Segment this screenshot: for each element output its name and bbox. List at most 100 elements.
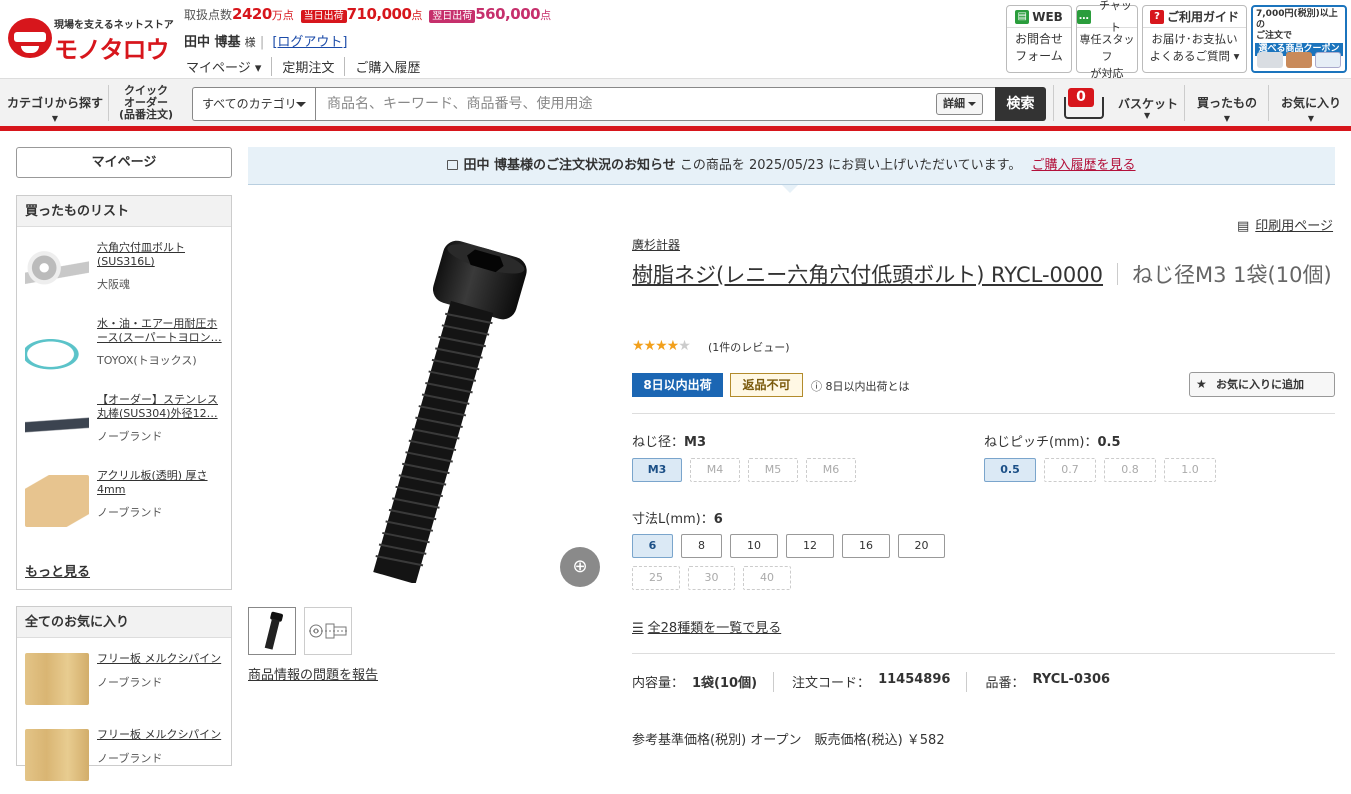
shipping-badge: 8日以内出荷 bbox=[632, 373, 723, 397]
bought-label: 買ったもの bbox=[1196, 96, 1257, 110]
option-diameter-m6[interactable]: M6 bbox=[806, 458, 856, 482]
thumbnail-photo[interactable] bbox=[248, 607, 296, 655]
item-thumbnail bbox=[25, 323, 89, 375]
favorite-item[interactable]: フリー板 メルクシパイン ノーブランド bbox=[25, 652, 225, 718]
points-total: 2420 bbox=[232, 5, 272, 23]
item-name[interactable]: 六角穴付皿ボルト (SUS316L) bbox=[97, 241, 225, 269]
bought-list-panel: 買ったものリスト 六角穴付皿ボルト (SUS316L) 大阪魂 水・油・エアー用… bbox=[16, 195, 232, 590]
category-browse-button[interactable]: カテゴリから探す ▼ bbox=[4, 79, 106, 126]
basket-button[interactable]: 0 バスケット ▼ bbox=[1058, 79, 1184, 126]
coupon-banner[interactable]: 7,000円(税別)以上の ご注文で 選べる商品クーポン bbox=[1251, 5, 1347, 73]
favorites-label: お気に入り bbox=[1280, 96, 1341, 110]
zoom-icon[interactable]: ⊕ bbox=[560, 547, 600, 587]
chat-bubble-icon: … bbox=[1077, 9, 1091, 24]
option-pitch-10[interactable]: 1.0 bbox=[1164, 458, 1216, 482]
detail-search-button[interactable]: 詳細 bbox=[936, 93, 983, 115]
item-name[interactable]: アクリル板(透明) 厚さ4mm bbox=[97, 469, 225, 497]
same-day-badge: 当日出荷 bbox=[300, 10, 347, 23]
printer-icon: ▤ bbox=[1237, 219, 1250, 234]
option-length-6[interactable]: 6 bbox=[632, 534, 673, 558]
chevron-down-icon: ▼ bbox=[51, 114, 59, 123]
search-button[interactable]: 検索 bbox=[995, 87, 1046, 121]
coupon-line1: 7,000円(税別)以上の bbox=[1256, 9, 1338, 30]
option-length-16[interactable]: 16 bbox=[842, 534, 890, 558]
bought-item[interactable]: 六角穴付皿ボルト (SUS316L) 大阪魂 bbox=[25, 241, 225, 307]
monotaro-logo[interactable]: 現場を支えるネットストア モノタロウ bbox=[8, 14, 174, 64]
bought-item[interactable]: 【オーダー】ステンレス丸棒(SUS304)外径12… ノーブランド bbox=[25, 393, 225, 459]
item-name[interactable]: 水・油・エアー用耐圧ホース(スーパートヨロン… bbox=[97, 317, 225, 345]
option-length-10[interactable]: 10 bbox=[730, 534, 778, 558]
favorite-item[interactable]: フリー板 メルクシパイン ノーブランド bbox=[25, 728, 225, 794]
report-issue-link[interactable]: 商品情報の問題を報告 bbox=[248, 664, 378, 683]
option-length-8[interactable]: 8 bbox=[681, 534, 722, 558]
logo-mascot-icon bbox=[8, 18, 52, 58]
product-image[interactable] bbox=[330, 238, 530, 583]
search-input[interactable] bbox=[315, 87, 996, 121]
option-diameter-m5[interactable]: M5 bbox=[748, 458, 798, 482]
item-name[interactable]: 【オーダー】ステンレス丸棒(SUS304)外径12… bbox=[97, 393, 225, 421]
thumbnail-drawing[interactable] bbox=[304, 607, 352, 655]
option-length-25[interactable]: 25 bbox=[632, 566, 680, 590]
item-name[interactable]: フリー板 メルクシパイン bbox=[97, 652, 225, 666]
item-brand: TOYOX(トヨックス) bbox=[97, 354, 197, 367]
add-favorite-button[interactable]: ★ お気に入りに追加 bbox=[1189, 372, 1335, 397]
purchase-history-link[interactable]: ご購入履歴を見る bbox=[1032, 158, 1136, 173]
drawing-thumbnail-icon bbox=[309, 623, 347, 639]
item-name[interactable]: フリー板 メルクシパイン bbox=[97, 728, 225, 742]
option-pitch-08[interactable]: 0.8 bbox=[1104, 458, 1156, 482]
view-all-variants-link[interactable]: ☰ 全28種類を一覧で見る bbox=[632, 617, 781, 636]
part-number-value: RYCL-0306 bbox=[1032, 672, 1111, 687]
favorites-panel: 全てのお気に入り フリー板 メルクシパイン ノーブランド フリー板 メルクシパイ… bbox=[16, 606, 232, 781]
user-greeting: 田中 博基 様 | [ログアウト] bbox=[184, 35, 348, 50]
print-page-link[interactable]: ▤ 印刷用ページ bbox=[1237, 215, 1333, 234]
guide-button[interactable]: ? ご利用ガイド お届け･お支払い よくあるご質問 ▾ bbox=[1142, 5, 1247, 73]
option-diameter-m4[interactable]: M4 bbox=[690, 458, 740, 482]
favorites-button[interactable]: お気に入り ▼ bbox=[1274, 79, 1348, 126]
option-length-40[interactable]: 40 bbox=[743, 566, 791, 590]
product-title: 樹脂ネジ(レニー六角穴付低頭ボルト) RYCL-0000 ねじ径M3 1袋(10個… bbox=[632, 258, 1335, 292]
item-brand: ノーブランド bbox=[97, 430, 163, 443]
quick-order-button[interactable]: クイック オーダー (品番注文) bbox=[112, 79, 180, 126]
favorites-title: 全てのお気に入り bbox=[17, 607, 231, 638]
chat-button[interactable]: … チャット 専任スタッフ が対応 bbox=[1076, 0, 1138, 80]
spec-length-label: 寸法L(mm)： bbox=[632, 512, 714, 527]
option-pitch-07[interactable]: 0.7 bbox=[1044, 458, 1096, 482]
logout-link[interactable]: [ログアウト] bbox=[272, 35, 347, 50]
option-length-30[interactable]: 30 bbox=[688, 566, 735, 590]
qty-label: 内容量： bbox=[632, 676, 685, 691]
more-link[interactable]: もっと見る bbox=[25, 561, 90, 580]
item-thumbnail bbox=[25, 399, 89, 451]
bought-item[interactable]: 水・油・エアー用耐圧ホース(スーパートヨロン… TOYOX(トヨックス) bbox=[25, 317, 225, 383]
brand-link[interactable]: 廣杉計器 bbox=[632, 236, 680, 253]
shipping-info-link[interactable]: ⓘ 8日以内出荷とは bbox=[811, 378, 910, 394]
product-meta: 内容量： 1袋(10個) 注文コード： 11454896 品番： RYCL-0306 bbox=[632, 672, 1126, 692]
order-code-label: 注文コード： bbox=[792, 676, 871, 691]
nav-regular-order[interactable]: 定期注文 bbox=[271, 57, 344, 76]
user-name: 田中 博基 bbox=[184, 35, 241, 50]
user-suffix: 様 bbox=[244, 36, 256, 49]
bolt-thumbnail-icon bbox=[264, 611, 283, 650]
nav-mypage[interactable]: マイページ ▾ bbox=[186, 57, 271, 76]
logo-name: モノタロウ bbox=[54, 36, 170, 64]
nav-purchase-history[interactable]: ご購入履歴 bbox=[344, 57, 430, 76]
add-favorite-label: お気に入りに追加 bbox=[1216, 378, 1304, 391]
item-brand: 大阪魂 bbox=[97, 278, 130, 291]
spec-diameter: ねじ径：M3 bbox=[632, 431, 706, 450]
option-length-12[interactable]: 12 bbox=[786, 534, 834, 558]
mypage-button[interactable]: マイページ bbox=[16, 147, 232, 178]
option-diameter-m3[interactable]: M3 bbox=[632, 458, 682, 482]
stars-empty: ★ bbox=[678, 338, 691, 354]
guide-title: ご利用ガイド bbox=[1166, 9, 1239, 24]
bought-item[interactable]: アクリル板(透明) 厚さ4mm ノーブランド bbox=[25, 469, 225, 535]
option-length-20[interactable]: 20 bbox=[898, 534, 945, 558]
item-thumbnail bbox=[25, 653, 89, 705]
web-contact-button[interactable]: ▤ WEB お問合せ フォーム bbox=[1006, 5, 1072, 73]
quick-order-label-3: (品番注文) bbox=[118, 108, 174, 121]
product-title-sub: ねじ径M3 1袋(10個) bbox=[1132, 263, 1332, 287]
no-return-badge: 返品不可 bbox=[730, 373, 803, 397]
option-pitch-05[interactable]: 0.5 bbox=[984, 458, 1036, 482]
bought-items-button[interactable]: 買ったもの ▼ bbox=[1190, 79, 1264, 126]
web-body-2: フォーム bbox=[1015, 49, 1063, 63]
category-select[interactable]: すべてのカテゴリ bbox=[192, 87, 316, 121]
review-count-link[interactable]: (1件のレビュー) bbox=[708, 339, 790, 355]
